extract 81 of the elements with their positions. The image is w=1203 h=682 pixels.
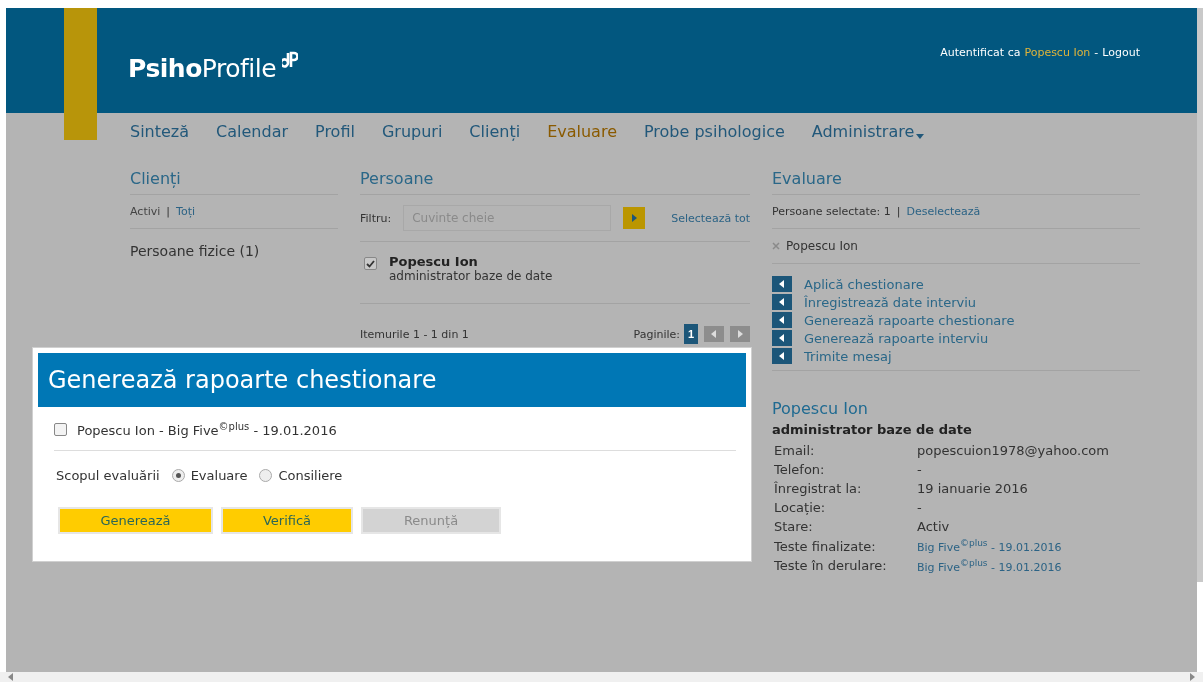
nav-item[interactable]: Sinteză [130, 113, 190, 149]
field-label: Email: [774, 443, 816, 458]
logo-icon [282, 50, 299, 71]
action-link[interactable]: Generează rapoarte interviu [772, 330, 1140, 346]
left-arrow-icon [711, 330, 717, 338]
person-role: administrator baze de date [389, 269, 553, 283]
previous-page-button[interactable] [704, 326, 724, 342]
action-link[interactable]: Generează rapoarte chestionare [772, 312, 1140, 328]
radio-button[interactable] [171, 469, 185, 483]
separator: | [166, 205, 171, 218]
filter-label: Filtru: [360, 211, 392, 225]
logo: PsihoProfile [128, 54, 277, 83]
items-summary: Itemurile 1 - 1 din 1 [360, 327, 469, 341]
page-button[interactable]: 1 [684, 324, 698, 344]
action-link[interactable]: Trimite mesaj [772, 348, 1140, 364]
logout-link[interactable]: Logout [1102, 46, 1140, 59]
search-button[interactable] [623, 207, 646, 229]
separator: | [896, 205, 901, 218]
radio-label[interactable]: Evaluare [190, 468, 248, 484]
nav-item[interactable]: Administrare [811, 113, 925, 149]
group-item[interactable]: Persoane fizice (1) [130, 229, 338, 273]
right-arrow-icon [631, 214, 638, 222]
purpose-label: Scopul evaluării [56, 468, 160, 484]
checkbox[interactable] [364, 257, 377, 270]
profile-name: Popescu Ion [772, 399, 869, 418]
nav-item[interactable]: Grupuri [381, 113, 443, 149]
field-label: Locație: [774, 500, 827, 515]
nav-item[interactable]: Evaluare [547, 113, 617, 149]
action-link[interactable]: Aplică chestionare [772, 276, 1140, 292]
column-title: Clienți [130, 169, 338, 195]
radio-button[interactable] [259, 469, 273, 483]
selected-count: Persoane selectate: 1 [772, 205, 891, 218]
column-title: Persoane [360, 169, 750, 195]
left-arrow-icon [779, 352, 785, 360]
nav-item[interactable]: Profil [315, 113, 355, 149]
user-link[interactable]: Popescu Ion [1024, 46, 1091, 59]
field-label: Telefon: [774, 462, 826, 477]
separator: - [1094, 46, 1099, 59]
nav-item[interactable]: Clienți [469, 113, 521, 149]
left-arrow-icon [779, 334, 785, 342]
dialog-button[interactable]: Verifică [221, 507, 353, 535]
column-title: Evaluare [772, 169, 1140, 195]
checkbox[interactable] [54, 423, 67, 437]
auth-label: Autentificat ca [940, 46, 1021, 59]
filter-link[interactable]: Activi [130, 205, 161, 218]
dialog-title: Generează rapoarte chestionare [38, 353, 746, 407]
vertical-scrollbar[interactable] [1197, 8, 1203, 582]
field-value: popescuion1978@yahoo.com [917, 443, 1110, 458]
field-label: Înregistrat la: [774, 481, 863, 496]
radio-label[interactable]: Consiliere [278, 468, 343, 484]
filter-link[interactable]: Toți [176, 205, 195, 218]
left-arrow-icon [8, 673, 14, 681]
nav-item[interactable]: Calendar [216, 113, 288, 149]
next-page-button[interactable] [730, 326, 750, 342]
field-value: - [917, 462, 923, 477]
field-label: Teste în derulare: [774, 558, 888, 574]
field-value: - [917, 500, 923, 515]
right-arrow-icon [737, 330, 743, 338]
left-arrow-icon [779, 298, 785, 306]
field-value: 19 ianuarie 2016 [917, 481, 1029, 496]
field-label: Stare: [774, 519, 814, 534]
field-label: Teste finalizate: [774, 538, 877, 554]
pages-label: Paginile: [633, 327, 680, 341]
field-value: Activ [917, 519, 951, 534]
selected-person: Popescu Ion [786, 239, 858, 253]
left-arrow-icon [779, 280, 785, 288]
horizontal-scrollbar[interactable] [0, 672, 1203, 682]
action-link[interactable]: Înregistrează date interviu [772, 294, 1140, 310]
caret-icon [916, 133, 925, 139]
test-link[interactable]: Big Five$^{©plus}$ - 19.01.2016 [917, 538, 1140, 554]
person-name: Popescu Ion [389, 254, 479, 269]
deselect-link[interactable]: Deselectează [906, 205, 981, 218]
nav-item[interactable]: Probe psihologice [643, 113, 785, 149]
right-arrow-icon [1189, 673, 1195, 681]
select-all-link[interactable]: Selectează tot [671, 211, 750, 225]
test-label: Popescu Ion - Big Five$^{©plus}$ - 19.01.2016 [77, 421, 337, 439]
test-link[interactable]: Big Five$^{©plus}$ - 19.01.2016 [917, 557, 1140, 574]
remove-icon[interactable] [772, 242, 780, 250]
left-arrow-icon [779, 316, 785, 324]
dialog-button[interactable]: Generează [58, 507, 213, 535]
profile-role: administrator baze de date [772, 422, 973, 437]
